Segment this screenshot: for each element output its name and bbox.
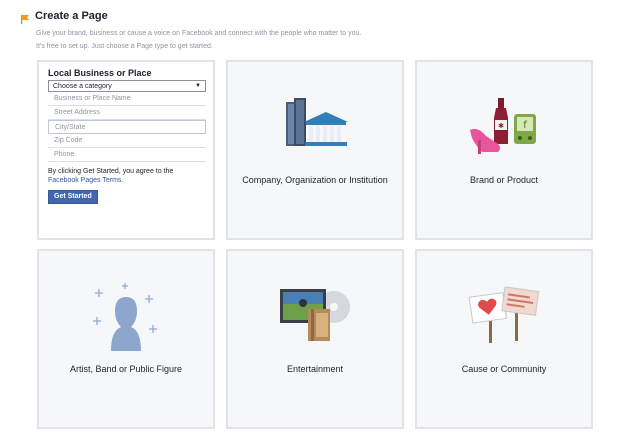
- business-name-input[interactable]: Business or Place Name: [48, 92, 206, 106]
- city-state-input[interactable]: City/State: [48, 120, 206, 134]
- form-title: Local Business or Place: [48, 68, 152, 78]
- buildings-icon: [280, 96, 350, 156]
- phone-input[interactable]: Phone: [48, 148, 206, 162]
- svg-text:f: f: [523, 120, 527, 131]
- local-business-form: Local Business or Place Choose a categor…: [48, 68, 206, 204]
- terms-text: By clicking Get Started, you agree to th…: [48, 167, 206, 185]
- tile-label-brand: Brand or Product: [469, 175, 539, 185]
- svg-text:✱: ✱: [498, 122, 504, 130]
- signs-icon: [467, 285, 541, 350]
- pages-terms-link[interactable]: Facebook Pages Terms.: [48, 177, 123, 184]
- zip-code-input[interactable]: Zip Code: [48, 134, 206, 148]
- tile-local-business[interactable]: Local Business or Place Choose a categor…: [37, 60, 215, 240]
- page-subtitle: Give your brand, business or cause a voi…: [36, 30, 362, 37]
- tile-company[interactable]: Company, Organization or Institution: [226, 60, 404, 240]
- tile-label-entertainment: Entertainment: [286, 364, 344, 374]
- tile-label-artist: Artist, Band or Public Figure: [69, 364, 183, 374]
- tile-artist[interactable]: Artist, Band or Public Figure: [37, 249, 215, 429]
- tile-label-cause: Cause or Community: [461, 364, 547, 374]
- person-sparkle-icon: [89, 281, 163, 358]
- terms-prefix: By clicking Get Started, you agree to th…: [48, 168, 174, 175]
- tile-label-company: Company, Organization or Institution: [242, 175, 388, 185]
- tile-cause[interactable]: Cause or Community: [415, 249, 593, 429]
- flag-icon: [20, 11, 30, 24]
- category-select[interactable]: Choose a category ▼: [48, 80, 206, 92]
- chevron-down-icon: ▼: [195, 83, 201, 89]
- page-title: Create a Page: [35, 10, 108, 22]
- street-address-input[interactable]: Street Address: [48, 106, 206, 120]
- get-started-button[interactable]: Get Started: [48, 189, 98, 204]
- page-subtitle-2: It's free to set up. Just choose a Page …: [36, 43, 213, 50]
- tile-brand[interactable]: ✱ f Brand or Product: [415, 60, 593, 240]
- category-selected-value: Choose a category: [53, 82, 112, 90]
- page-header: Create a Page: [20, 9, 108, 24]
- tile-entertainment[interactable]: Entertainment: [226, 249, 404, 429]
- media-icon: [278, 285, 352, 350]
- products-icon: ✱ f: [468, 96, 540, 163]
